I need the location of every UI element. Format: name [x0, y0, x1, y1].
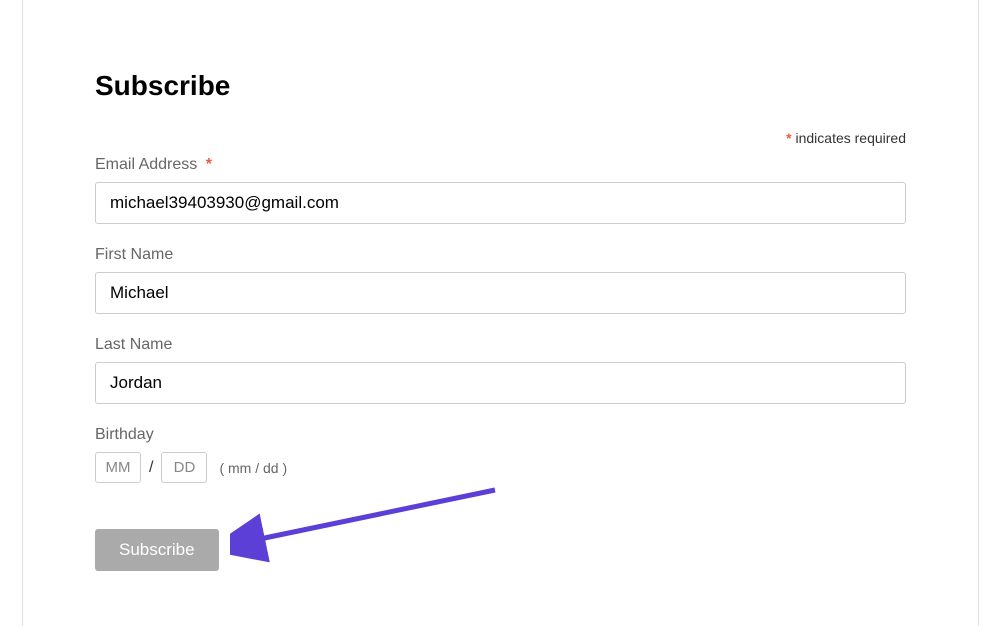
page-border-right [978, 0, 979, 626]
page-border-left [22, 0, 23, 626]
email-input[interactable] [95, 182, 906, 224]
asterisk-icon: * [206, 156, 212, 173]
first-name-label: First Name [95, 246, 906, 264]
required-indicator-note: * indicates required [95, 130, 906, 146]
birthday-label: Birthday [95, 426, 906, 444]
asterisk-icon: * [786, 130, 791, 146]
first-name-input[interactable] [95, 272, 906, 314]
birthday-inputs-row: / ( mm / dd ) [95, 452, 906, 483]
birthday-day-input[interactable] [161, 452, 207, 483]
last-name-input[interactable] [95, 362, 906, 404]
email-field-group: Email Address * [95, 156, 906, 224]
birthday-field-group: Birthday / ( mm / dd ) [95, 426, 906, 483]
last-name-label: Last Name [95, 336, 906, 354]
birthday-month-input[interactable] [95, 452, 141, 483]
form-container: Subscribe * indicates required Email Add… [0, 0, 1001, 571]
first-name-field-group: First Name [95, 246, 906, 314]
required-note-text: indicates required [795, 130, 906, 146]
subscribe-button[interactable]: Subscribe [95, 529, 219, 571]
email-label: Email Address * [95, 156, 906, 174]
email-label-text: Email Address [95, 156, 197, 173]
page-title: Subscribe [95, 70, 906, 102]
birthday-separator: / [149, 459, 153, 477]
birthday-format-hint: ( mm / dd ) [219, 460, 287, 476]
last-name-field-group: Last Name [95, 336, 906, 404]
